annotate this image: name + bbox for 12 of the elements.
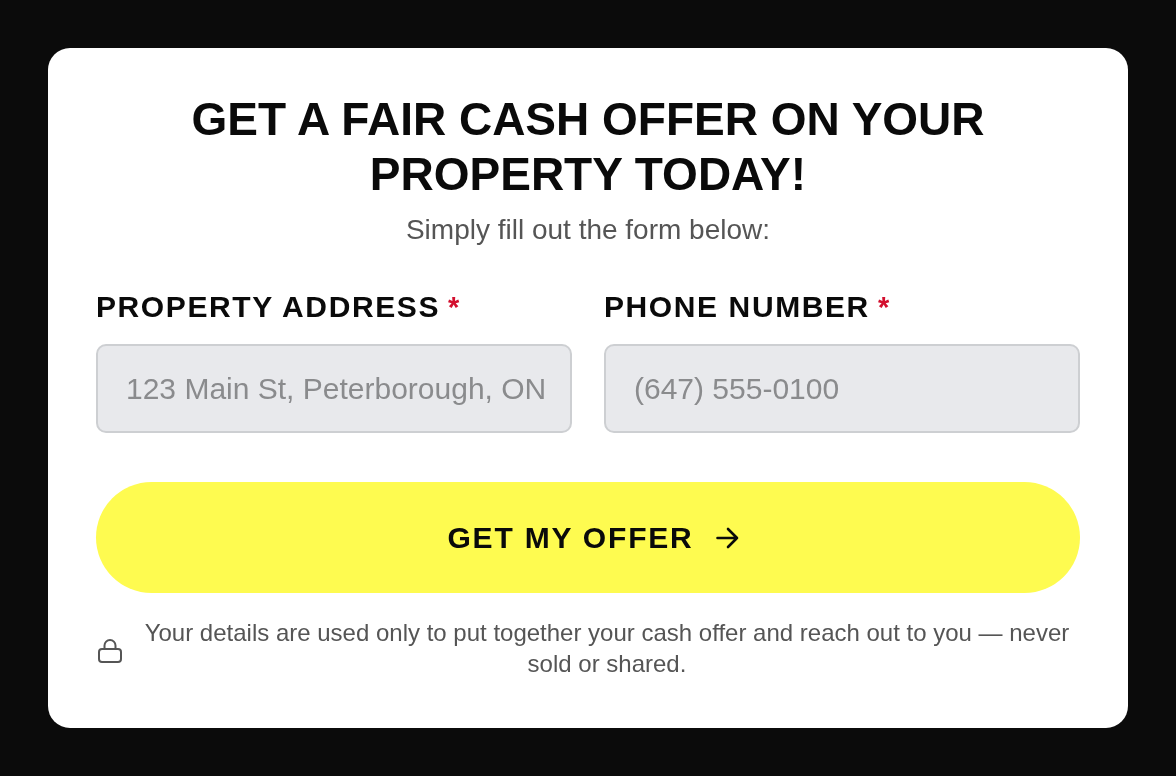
get-offer-button[interactable]: GET MY OFFER	[96, 482, 1080, 593]
field-label: PHONE NUMBER	[604, 290, 870, 324]
required-mark: *	[877, 290, 890, 324]
form-title: GET A FAIR CASH OFFER ON YOUR PROPERTY TODAY!	[190, 92, 986, 202]
input-field[interactable]: (647) 555-0100	[604, 344, 1080, 433]
privacy-note: Your details are used only to put together your cash offer and reach out to you — never sold or shared.	[143, 618, 1071, 679]
input-field[interactable]: 123 Main St, Peterborough, ON	[96, 344, 572, 433]
field-label: PROPERTY ADDRESS	[96, 290, 440, 324]
required-mark: *	[448, 290, 460, 324]
arrow-right-icon	[715, 526, 739, 549]
form-subtitle: Simply fill out the form below:	[404, 214, 772, 246]
lock-icon	[98, 637, 122, 663]
